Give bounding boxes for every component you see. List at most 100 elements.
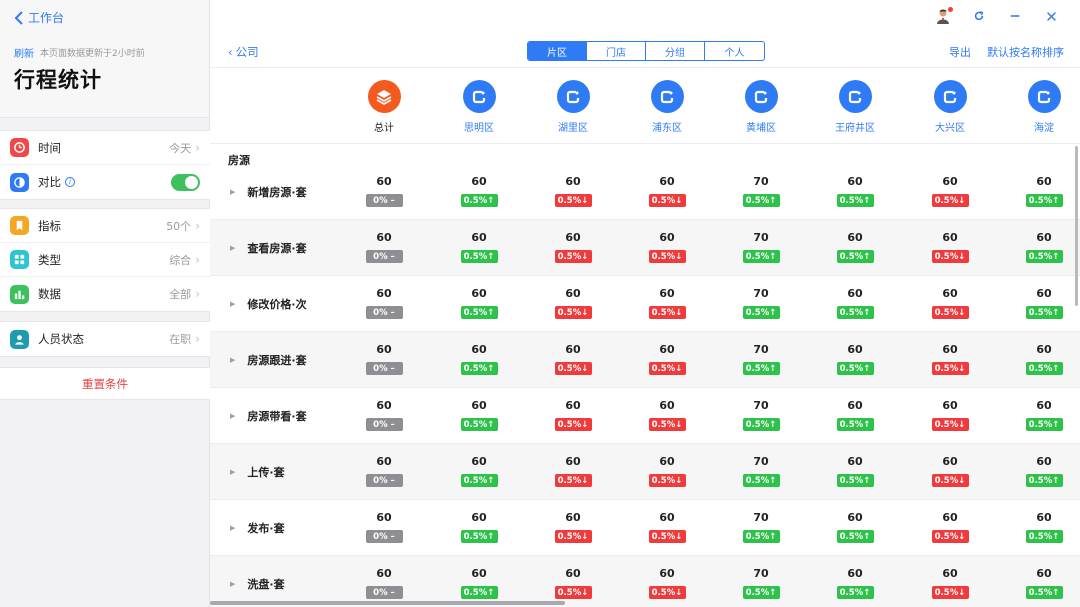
table-cell[interactable]: 60 0.5%↓ [920, 567, 980, 599]
table-cell[interactable]: 60 0.5%↓ [637, 511, 697, 543]
table-cell[interactable]: 60 0.5%↑ [1014, 287, 1074, 319]
table-cell[interactable]: 60 0.5%↓ [637, 567, 697, 599]
reset-conditions-button[interactable]: 重置条件 [0, 367, 210, 400]
table-cell[interactable]: 60 0.5%↓ [637, 287, 697, 319]
table-cell[interactable]: 70 0.5%↑ [731, 455, 791, 487]
table-cell[interactable]: 60 0.5%↑ [449, 343, 509, 375]
table-cell[interactable]: 60 0% – [354, 175, 414, 207]
table-cell[interactable]: 60 0.5%↓ [920, 399, 980, 431]
table-cell[interactable]: 60 0% – [354, 287, 414, 319]
table-cell[interactable]: 60 0.5%↑ [1014, 567, 1074, 599]
table-cell[interactable]: 60 0.5%↓ [920, 231, 980, 263]
table-cell[interactable]: 70 0.5%↑ [731, 343, 791, 375]
table-cell[interactable]: 60 0.5%↓ [543, 343, 603, 375]
refresh-icon[interactable] [970, 7, 988, 25]
table-cell[interactable]: 60 0.5%↑ [449, 231, 509, 263]
column-header-district[interactable]: 王府井区 [825, 80, 885, 134]
vertical-scrollbar[interactable] [1075, 146, 1078, 306]
row-expand-toggle[interactable]: ▶ 修改价格·次 [230, 276, 307, 332]
row-expand-toggle[interactable]: ▶ 房源跟进·套 [230, 332, 307, 388]
back-to-workbench-button[interactable]: 工作台 [14, 9, 64, 26]
tab-area[interactable]: 片区 [528, 42, 587, 60]
row-expand-toggle[interactable]: ▶ 新增房源·套 [230, 164, 307, 220]
table-cell[interactable]: 70 0.5%↑ [731, 399, 791, 431]
back-to-company-button[interactable]: ‹ 公司 [228, 44, 259, 60]
table-cell[interactable]: 60 0.5%↑ [1014, 399, 1074, 431]
table-cell[interactable]: 60 0.5%↓ [637, 343, 697, 375]
column-header-total[interactable]: 总计 [354, 80, 414, 134]
filter-type[interactable]: 类型 综合 › [0, 243, 210, 277]
table-cell[interactable]: 60 0% – [354, 567, 414, 599]
close-icon[interactable] [1042, 7, 1060, 25]
table-cell[interactable]: 70 0.5%↑ [731, 511, 791, 543]
table-cell[interactable]: 60 0.5%↓ [543, 175, 603, 207]
table-cell[interactable]: 60 0.5%↓ [637, 175, 697, 207]
row-expand-toggle[interactable]: ▶ 洗盘·套 [230, 556, 285, 607]
table-cell[interactable]: 60 0.5%↑ [449, 455, 509, 487]
table-cell[interactable]: 60 0.5%↓ [637, 399, 697, 431]
row-expand-toggle[interactable]: ▶ 查看房源·套 [230, 220, 307, 276]
table-cell[interactable]: 60 0.5%↓ [543, 231, 603, 263]
row-expand-toggle[interactable]: ▶ 发布·套 [230, 500, 285, 556]
table-cell[interactable]: 60 0.5%↑ [825, 455, 885, 487]
table-cell[interactable]: 60 0.5%↓ [920, 343, 980, 375]
compare-toggle[interactable] [171, 173, 200, 191]
refresh-button[interactable]: 刷新 [14, 45, 34, 60]
table-cell[interactable]: 60 0.5%↑ [449, 287, 509, 319]
filter-staff-status[interactable]: 人员状态 在职 › [0, 322, 210, 356]
table-cell[interactable]: 60 0.5%↓ [637, 455, 697, 487]
tab-individual[interactable]: 个人 [705, 42, 764, 60]
table-cell[interactable]: 60 0.5%↑ [1014, 455, 1074, 487]
sort-button[interactable]: 默认按名称排序 [987, 44, 1064, 60]
column-header-district[interactable]: 浦东区 [637, 80, 697, 134]
table-cell[interactable]: 60 0.5%↓ [920, 287, 980, 319]
filter-time[interactable]: 时间 今天 › [0, 131, 210, 165]
row-expand-toggle[interactable]: ▶ 上传·套 [230, 444, 285, 500]
table-cell[interactable]: 60 0.5%↓ [543, 567, 603, 599]
table-cell[interactable]: 70 0.5%↑ [731, 175, 791, 207]
table-cell[interactable]: 60 0% – [354, 231, 414, 263]
column-header-district[interactable]: 思明区 [449, 80, 509, 134]
table-cell[interactable]: 60 0% – [354, 399, 414, 431]
table-cell[interactable]: 60 0.5%↓ [543, 455, 603, 487]
column-header-district[interactable]: 大兴区 [920, 80, 980, 134]
table-cell[interactable]: 60 0.5%↓ [543, 287, 603, 319]
table-cell[interactable]: 60 0.5%↑ [825, 511, 885, 543]
table-cell[interactable]: 60 0.5%↑ [1014, 231, 1074, 263]
filter-data[interactable]: 数据 全部 › [0, 277, 210, 311]
table-cell[interactable]: 60 0.5%↓ [543, 399, 603, 431]
tab-group[interactable]: 分组 [646, 42, 705, 60]
table-cell[interactable]: 60 0.5%↑ [825, 175, 885, 207]
table-cell[interactable]: 60 0.5%↓ [543, 511, 603, 543]
table-cell[interactable]: 60 0.5%↑ [825, 399, 885, 431]
tab-store[interactable]: 门店 [587, 42, 646, 60]
table-cell[interactable]: 60 0.5%↑ [449, 567, 509, 599]
table-cell[interactable]: 60 0.5%↑ [449, 511, 509, 543]
export-button[interactable]: 导出 [949, 44, 971, 60]
filter-metrics[interactable]: 指标 50个 › [0, 209, 210, 243]
table-cell[interactable]: 60 0% – [354, 343, 414, 375]
column-header-district[interactable]: 湖里区 [543, 80, 603, 134]
table-cell[interactable]: 60 0.5%↑ [449, 399, 509, 431]
info-icon[interactable]: i [65, 177, 75, 187]
table-cell[interactable]: 60 0% – [354, 455, 414, 487]
table-cell[interactable]: 70 0.5%↑ [731, 231, 791, 263]
table-cell[interactable]: 60 0.5%↑ [1014, 511, 1074, 543]
table-cell[interactable]: 70 0.5%↑ [731, 567, 791, 599]
table-cell[interactable]: 60 0.5%↑ [825, 567, 885, 599]
table-cell[interactable]: 60 0.5%↓ [920, 511, 980, 543]
table-cell[interactable]: 60 0.5%↑ [449, 175, 509, 207]
minimize-icon[interactable] [1006, 7, 1024, 25]
table-cell[interactable]: 60 0.5%↑ [825, 343, 885, 375]
avatar[interactable] [934, 7, 953, 25]
horizontal-scrollbar[interactable] [210, 601, 565, 605]
table-cell[interactable]: 70 0.5%↑ [731, 287, 791, 319]
column-header-district[interactable]: 黄埔区 [731, 80, 791, 134]
table-cell[interactable]: 60 0.5%↑ [825, 287, 885, 319]
table-cell[interactable]: 60 0.5%↓ [920, 175, 980, 207]
table-cell[interactable]: 60 0.5%↓ [920, 455, 980, 487]
column-header-district[interactable]: 海淀 [1014, 80, 1074, 134]
table-cell[interactable]: 60 0% – [354, 511, 414, 543]
table-cell[interactable]: 60 0.5%↓ [637, 231, 697, 263]
table-cell[interactable]: 60 0.5%↑ [825, 231, 885, 263]
